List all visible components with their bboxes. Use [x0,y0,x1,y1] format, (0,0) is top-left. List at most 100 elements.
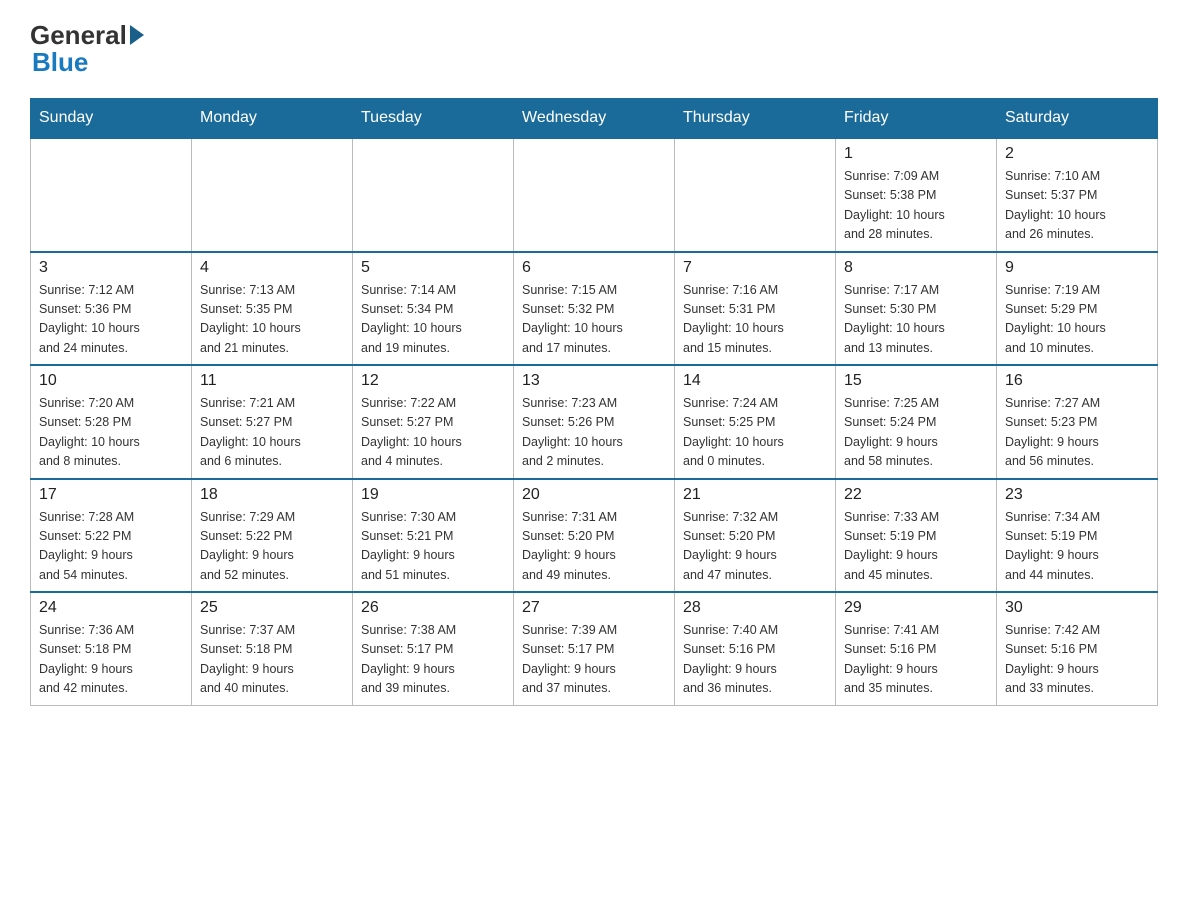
calendar-cell: 15 Sunrise: 7:25 AMSunset: 5:24 PMDayligh… [836,365,997,479]
calendar-cell: 25Sunrise: 7:37 AMSunset: 5:18 PMDayligh… [192,592,353,705]
day-number: 7 [683,259,827,277]
day-info: Sunrise: 7:10 AMSunset: 5:37 PMDaylight:… [1005,167,1149,245]
weekday-header-monday: Monday [192,99,353,139]
day-number: 30 [1005,599,1149,617]
calendar-cell [192,138,353,252]
day-info: Sunrise: 7:36 AMSunset: 5:18 PMDaylight:… [39,621,183,699]
calendar-header-row: SundayMondayTuesdayWednesdayThursdayFrid… [31,99,1158,139]
day-number: 24 [39,599,183,617]
day-number: 14 [683,372,827,390]
calendar-cell: 29 Sunrise: 7:41 AMSunset: 5:16 PMDayligh… [836,592,997,705]
day-number: 26 [361,599,505,617]
weekday-header-saturday: Saturday [997,99,1158,139]
weekday-header-thursday: Thursday [675,99,836,139]
day-number: 10 [39,372,183,390]
day-number: 9 [1005,259,1149,277]
calendar-cell [353,138,514,252]
day-info: Sunrise: 7:38 AMSunset: 5:17 PMDaylight:… [361,621,505,699]
day-number: 4 [200,259,344,277]
calendar-cell: 28 Sunrise: 7:40 AMSunset: 5:16 PMDayligh… [675,592,836,705]
calendar-cell: 19 Sunrise: 7:30 AMSunset: 5:21 PMDayligh… [353,479,514,593]
day-info: Sunrise: 7:32 AMSunset: 5:20 PMDaylight:… [683,508,827,586]
calendar-cell: 7 Sunrise: 7:16 AMSunset: 5:31 PMDaylight… [675,252,836,366]
day-info: Sunrise: 7:30 AMSunset: 5:21 PMDaylight:… [361,508,505,586]
calendar-week-row: 24 Sunrise: 7:36 AMSunset: 5:18 PMDayligh… [31,592,1158,705]
day-info: Sunrise: 7:41 AMSunset: 5:16 PMDaylight:… [844,621,988,699]
calendar-cell: 30Sunrise: 7:42 AMSunset: 5:16 PMDayligh… [997,592,1158,705]
day-info: Sunrise: 7:15 AMSunset: 5:32 PMDaylight:… [522,281,666,359]
logo-blue-text: Blue [32,47,88,78]
day-number: 19 [361,486,505,504]
day-info: Sunrise: 7:12 AMSunset: 5:36 PMDaylight:… [39,281,183,359]
calendar-cell: 5 Sunrise: 7:14 AMSunset: 5:34 PMDaylight… [353,252,514,366]
calendar-week-row: 17Sunrise: 7:28 AMSunset: 5:22 PMDayligh… [31,479,1158,593]
weekday-header-sunday: Sunday [31,99,192,139]
day-info: Sunrise: 7:13 AMSunset: 5:35 PMDaylight:… [200,281,344,359]
day-info: Sunrise: 7:31 AMSunset: 5:20 PMDaylight:… [522,508,666,586]
day-number: 16 [1005,372,1149,390]
calendar-cell: 17Sunrise: 7:28 AMSunset: 5:22 PMDayligh… [31,479,192,593]
calendar-cell [31,138,192,252]
day-number: 21 [683,486,827,504]
calendar-cell: 1Sunrise: 7:09 AMSunset: 5:38 PMDaylight… [836,138,997,252]
day-info: Sunrise: 7:39 AMSunset: 5:17 PMDaylight:… [522,621,666,699]
calendar-cell: 11 Sunrise: 7:21 AMSunset: 5:27 PMDayligh… [192,365,353,479]
day-number: 6 [522,259,666,277]
day-info: Sunrise: 7:21 AMSunset: 5:27 PMDaylight:… [200,394,344,472]
day-info: Sunrise: 7:14 AMSunset: 5:34 PMDaylight:… [361,281,505,359]
calendar-cell: 23Sunrise: 7:34 AMSunset: 5:19 PMDayligh… [997,479,1158,593]
day-number: 2 [1005,145,1149,163]
calendar-week-row: 1Sunrise: 7:09 AMSunset: 5:38 PMDaylight… [31,138,1158,252]
day-info: Sunrise: 7:33 AMSunset: 5:19 PMDaylight:… [844,508,988,586]
weekday-header-tuesday: Tuesday [353,99,514,139]
calendar-cell: 10Sunrise: 7:20 AMSunset: 5:28 PMDayligh… [31,365,192,479]
day-info: Sunrise: 7:22 AMSunset: 5:27 PMDaylight:… [361,394,505,472]
day-number: 8 [844,259,988,277]
calendar-cell: 21 Sunrise: 7:32 AMSunset: 5:20 PMDayligh… [675,479,836,593]
day-info: Sunrise: 7:24 AMSunset: 5:25 PMDaylight:… [683,394,827,472]
day-info: Sunrise: 7:34 AMSunset: 5:19 PMDaylight:… [1005,508,1149,586]
logo-arrow-icon [130,25,144,45]
day-info: Sunrise: 7:29 AMSunset: 5:22 PMDaylight:… [200,508,344,586]
day-info: Sunrise: 7:19 AMSunset: 5:29 PMDaylight:… [1005,281,1149,359]
calendar-week-row: 10Sunrise: 7:20 AMSunset: 5:28 PMDayligh… [31,365,1158,479]
calendar-cell: 3Sunrise: 7:12 AMSunset: 5:36 PMDaylight… [31,252,192,366]
calendar-cell: 14 Sunrise: 7:24 AMSunset: 5:25 PMDayligh… [675,365,836,479]
day-info: Sunrise: 7:17 AMSunset: 5:30 PMDaylight:… [844,281,988,359]
day-info: Sunrise: 7:16 AMSunset: 5:31 PMDaylight:… [683,281,827,359]
calendar-cell: 20 Sunrise: 7:31 AMSunset: 5:20 PMDayligh… [514,479,675,593]
day-number: 17 [39,486,183,504]
calendar-cell [675,138,836,252]
day-number: 28 [683,599,827,617]
calendar-cell: 16 Sunrise: 7:27 AMSunset: 5:23 PMDayligh… [997,365,1158,479]
calendar-table: SundayMondayTuesdayWednesdayThursdayFrid… [30,98,1158,706]
day-info: Sunrise: 7:40 AMSunset: 5:16 PMDaylight:… [683,621,827,699]
calendar-cell: 26 Sunrise: 7:38 AMSunset: 5:17 PMDayligh… [353,592,514,705]
calendar-week-row: 3Sunrise: 7:12 AMSunset: 5:36 PMDaylight… [31,252,1158,366]
day-number: 15 [844,372,988,390]
day-info: Sunrise: 7:37 AMSunset: 5:18 PMDaylight:… [200,621,344,699]
calendar-cell: 8 Sunrise: 7:17 AMSunset: 5:30 PMDaylight… [836,252,997,366]
weekday-header-friday: Friday [836,99,997,139]
day-info: Sunrise: 7:25 AMSunset: 5:24 PMDaylight:… [844,394,988,472]
day-info: Sunrise: 7:27 AMSunset: 5:23 PMDaylight:… [1005,394,1149,472]
calendar-cell: 13 Sunrise: 7:23 AMSunset: 5:26 PMDayligh… [514,365,675,479]
calendar-cell: 2 Sunrise: 7:10 AMSunset: 5:37 PMDaylight… [997,138,1158,252]
day-number: 5 [361,259,505,277]
calendar-cell: 6 Sunrise: 7:15 AMSunset: 5:32 PMDaylight… [514,252,675,366]
calendar-cell: 22Sunrise: 7:33 AMSunset: 5:19 PMDayligh… [836,479,997,593]
day-info: Sunrise: 7:09 AMSunset: 5:38 PMDaylight:… [844,167,988,245]
calendar-cell: 18 Sunrise: 7:29 AMSunset: 5:22 PMDayligh… [192,479,353,593]
calendar-cell: 12 Sunrise: 7:22 AMSunset: 5:27 PMDayligh… [353,365,514,479]
day-number: 12 [361,372,505,390]
day-number: 13 [522,372,666,390]
day-number: 20 [522,486,666,504]
logo: General Blue [30,20,144,78]
calendar-cell: 27Sunrise: 7:39 AMSunset: 5:17 PMDayligh… [514,592,675,705]
day-number: 11 [200,372,344,390]
day-number: 29 [844,599,988,617]
calendar-cell: 24 Sunrise: 7:36 AMSunset: 5:18 PMDayligh… [31,592,192,705]
day-info: Sunrise: 7:23 AMSunset: 5:26 PMDaylight:… [522,394,666,472]
day-number: 18 [200,486,344,504]
calendar-cell: 4 Sunrise: 7:13 AMSunset: 5:35 PMDaylight… [192,252,353,366]
